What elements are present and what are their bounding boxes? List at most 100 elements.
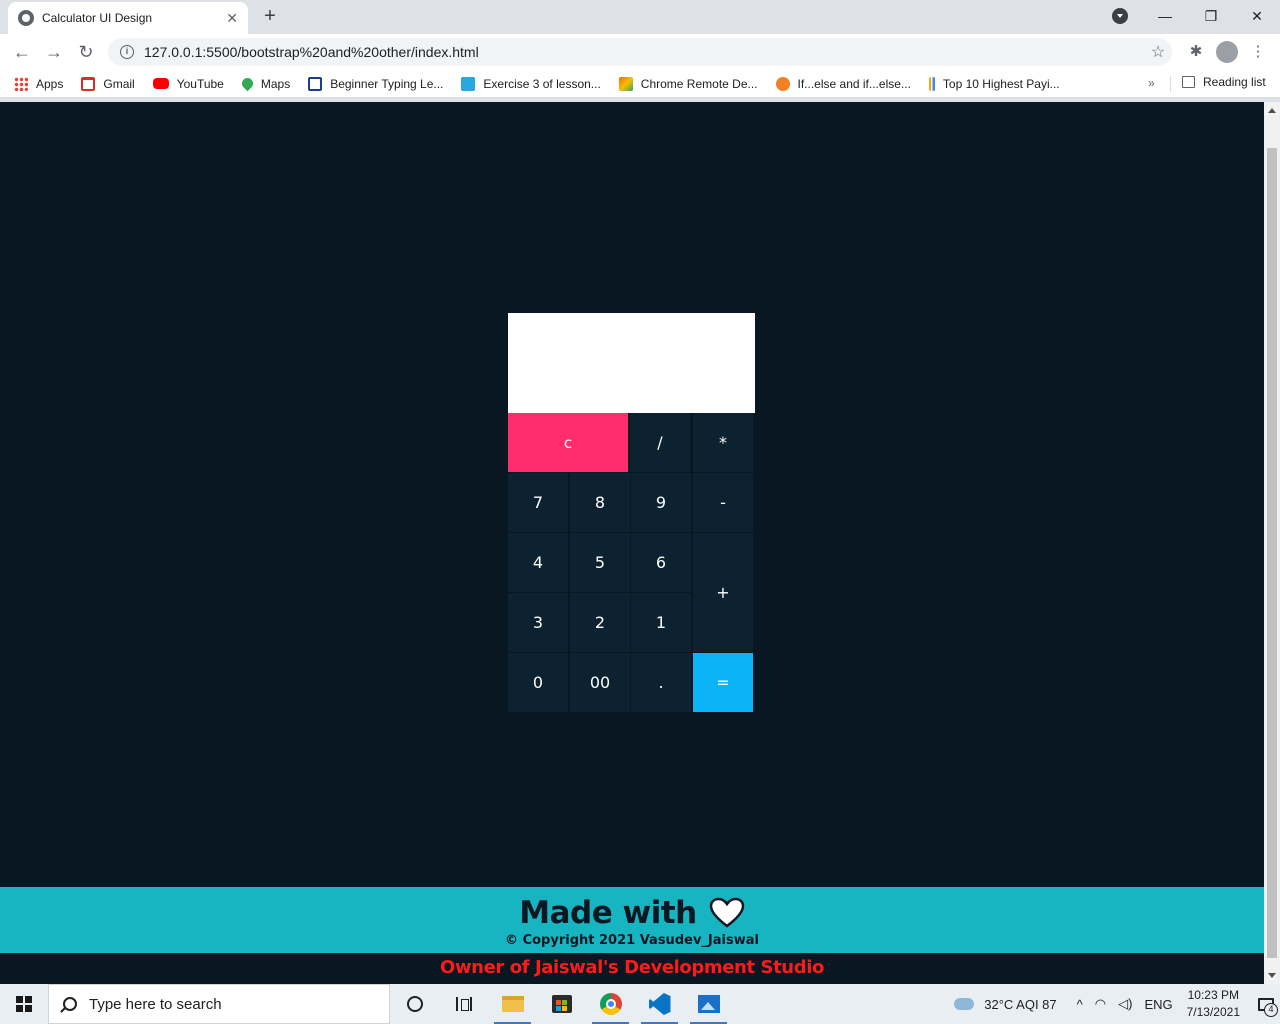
equals-button[interactable]: = <box>693 653 753 712</box>
digit-4-button[interactable]: 4 <box>508 533 568 592</box>
typing-site-icon <box>308 76 323 91</box>
close-window-button[interactable]: ✕ <box>1234 8 1280 25</box>
calculator-display[interactable] <box>508 313 755 413</box>
apps-grid-icon <box>14 76 28 91</box>
taskbar-clock[interactable]: 10:23 PM 7/13/2021 <box>1187 987 1240 1021</box>
subtract-button[interactable]: - <box>693 473 753 532</box>
digit-8-button[interactable]: 8 <box>570 473 630 532</box>
bookmark-top10[interactable]: Top 10 Highest Payi... <box>928 76 1060 91</box>
digit-5-button[interactable]: 5 <box>570 533 630 592</box>
notification-count-badge: 4 <box>1264 1003 1278 1017</box>
folder-icon <box>501 996 524 1012</box>
store-button[interactable] <box>537 984 586 1024</box>
digit-3-button[interactable]: 3 <box>508 593 568 652</box>
url-text[interactable]: 127.0.0.1:5500/bootstrap%20and%20other/i… <box>144 44 1144 60</box>
reload-button[interactable]: ↻ <box>70 38 102 66</box>
browser-tab[interactable]: Calculator UI Design ✕ <box>8 2 248 34</box>
ifelse-site-icon <box>775 76 790 91</box>
bookmark-gmail[interactable]: Gmail <box>81 76 135 91</box>
bookmark-star-icon[interactable]: ☆ <box>1144 42 1172 62</box>
digit-0-button[interactable]: 0 <box>508 653 568 712</box>
multiply-button[interactable]: * <box>693 413 753 472</box>
bookmark-ifelse[interactable]: If...else and if...else... <box>775 76 911 91</box>
bookmark-maps[interactable]: Maps <box>239 75 290 92</box>
bookmarks-bar: Apps Gmail YouTube Maps Beginner Typing … <box>0 70 1280 98</box>
bookmark-youtube[interactable]: YouTube <box>152 77 224 91</box>
maps-pin-icon <box>239 75 256 92</box>
search-placeholder: Type here to search <box>89 995 222 1013</box>
clear-button[interactable]: c <box>508 413 628 472</box>
bookmark-chrome-remote[interactable]: Chrome Remote De... <box>618 76 758 91</box>
chrome-remote-icon <box>618 76 633 91</box>
calculator-keypad: c / * 7 8 9-4 5 6 +3 2 1 0 00. = <box>508 413 755 713</box>
action-center-button[interactable]: 4 <box>1252 984 1280 1024</box>
bookmark-exercise[interactable]: Exercise 3 of lesson... <box>461 76 601 91</box>
weather-cloud-icon <box>950 994 975 1010</box>
task-view-button[interactable] <box>439 984 488 1024</box>
digit-7-button[interactable]: 7 <box>508 473 568 532</box>
weather-text: 32°C AQI 87 <box>984 996 1057 1012</box>
address-bar[interactable]: i 127.0.0.1:5500/bootstrap%20and%20other… <box>108 38 1172 66</box>
cortana-icon <box>406 996 423 1012</box>
digit-1-button[interactable]: 1 <box>631 593 691 652</box>
digit-2-button[interactable]: 2 <box>570 593 630 652</box>
bookmarks-divider <box>1170 76 1171 92</box>
hidden-icons-chevron-icon[interactable]: ^ <box>1077 997 1083 1012</box>
new-tab-button[interactable]: + <box>258 4 282 28</box>
taskbar-search-box[interactable]: Type here to search <box>48 984 390 1024</box>
reading-list-button[interactable]: Reading list <box>1182 75 1266 89</box>
more-bookmarks-button[interactable]: » <box>1148 76 1155 90</box>
vscode-icon <box>648 993 671 1015</box>
reading-list-icon <box>1182 76 1195 88</box>
heart-icon <box>709 897 744 928</box>
browser-toolbar: ← → ↻ i 127.0.0.1:5500/bootstrap%20and%2… <box>0 34 1280 70</box>
exercise-site-icon <box>461 76 476 91</box>
made-with-heading: Made with <box>0 895 1264 931</box>
forward-button[interactable]: → <box>38 38 70 66</box>
add-button[interactable]: + <box>693 533 753 652</box>
file-explorer-button[interactable] <box>488 984 537 1024</box>
gmail-icon <box>81 76 96 91</box>
photos-taskbar-button[interactable] <box>684 984 733 1024</box>
info-icon[interactable]: i <box>120 45 134 59</box>
scroll-up-arrow-icon[interactable] <box>1268 108 1276 113</box>
wifi-icon[interactable]: ◠ <box>1095 996 1106 1012</box>
minimize-button[interactable]: — <box>1142 8 1188 24</box>
decimal-button[interactable]: . <box>631 653 691 712</box>
language-indicator[interactable]: ENG <box>1144 997 1172 1012</box>
double-zero-button[interactable]: 00 <box>570 653 630 712</box>
tab-title: Calculator UI Design <box>42 11 153 25</box>
divide-button[interactable]: / <box>630 413 690 472</box>
owner-text: Owner of Jaiswal's Development Studio <box>440 957 824 978</box>
calculator: c / * 7 8 9-4 5 6 +3 2 1 0 00. = <box>508 313 755 713</box>
back-button[interactable]: ← <box>6 38 38 66</box>
page-scrollbar[interactable] <box>1264 102 1280 984</box>
window-controls: — ❐ ✕ <box>1142 0 1280 32</box>
extensions-icon[interactable]: ✱ <box>1182 38 1210 66</box>
clock-time: 10:23 PM <box>1187 988 1239 1002</box>
bookmark-typing[interactable]: Beginner Typing Le... <box>308 76 443 91</box>
digit-6-button[interactable]: 6 <box>631 533 691 592</box>
globe-icon <box>18 10 34 26</box>
scroll-down-arrow-icon[interactable] <box>1268 973 1276 978</box>
photos-icon <box>697 995 720 1013</box>
volume-icon[interactable]: ◁) <box>1118 996 1132 1012</box>
bookmark-apps[interactable]: Apps <box>14 76 63 91</box>
digit-9-button[interactable]: 9 <box>631 473 691 532</box>
windows-taskbar: Type here to search 32°C AQI 87 ^ ◠ ◁) E… <box>0 984 1280 1024</box>
restore-button[interactable]: ❐ <box>1188 8 1234 25</box>
page-viewport: c / * 7 8 9-4 5 6 +3 2 1 0 00. = Made with © Copyrigh… <box>0 102 1264 984</box>
store-icon <box>551 995 572 1013</box>
cortana-button[interactable] <box>390 984 439 1024</box>
footer-bar: Made with © Copyright 2021 Vasudev_Jaisw… <box>0 887 1264 953</box>
vscode-taskbar-button[interactable] <box>635 984 684 1024</box>
tab-search-icon[interactable] <box>1112 8 1128 24</box>
browser-tabstrip: Calculator UI Design ✕ + — ❐ ✕ <box>0 0 1280 34</box>
profile-avatar[interactable] <box>1216 41 1238 63</box>
scrollbar-thumb[interactable] <box>1267 148 1277 958</box>
menu-icon[interactable]: ⋮ <box>1244 38 1272 66</box>
tab-close-button[interactable]: ✕ <box>226 10 238 27</box>
weather-widget[interactable]: 32°C AQI 87 <box>950 994 1057 1012</box>
chrome-taskbar-button[interactable] <box>586 984 635 1024</box>
start-button[interactable] <box>0 984 48 1024</box>
